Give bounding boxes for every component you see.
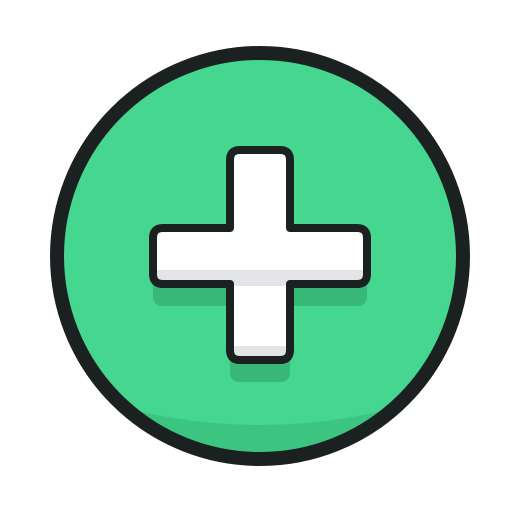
plus-circle-icon[interactable]	[0, 0, 512, 512]
add-icon-canvas	[0, 0, 512, 512]
